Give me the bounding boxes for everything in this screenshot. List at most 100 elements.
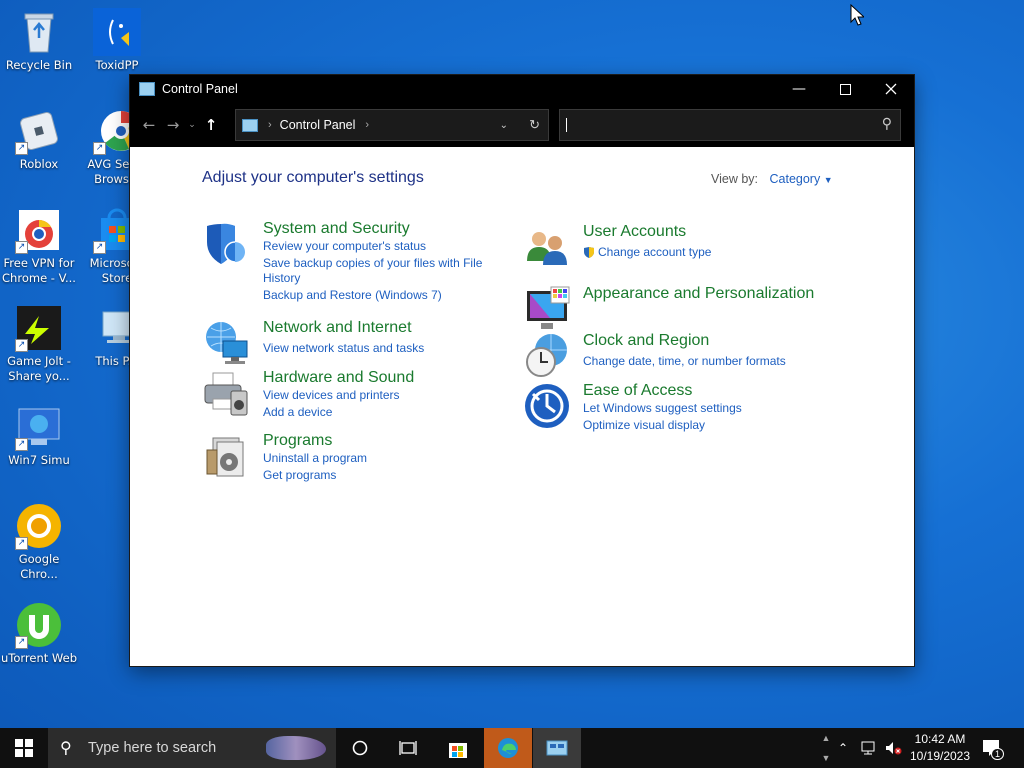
shortcut-arrow-icon: ↗: [15, 438, 28, 451]
windows-logo-icon: [15, 739, 33, 757]
desktop-icon-recycle-bin[interactable]: Recycle Bin: [0, 8, 78, 73]
monitor-icon[interactable]: [523, 285, 571, 333]
back-button[interactable]: ←: [137, 111, 161, 139]
shortcut-arrow-icon: ↗: [93, 241, 106, 254]
category-title[interactable]: Appearance and Personalization: [583, 285, 814, 303]
search-icon[interactable]: ⚲: [882, 116, 892, 132]
link-uninstall-program[interactable]: Uninstall a program: [263, 451, 367, 466]
view-by-control: View by: Category ▼: [711, 172, 833, 186]
maximize-button[interactable]: [822, 75, 868, 103]
close-button[interactable]: [868, 75, 914, 103]
desktop-icon-utorrent[interactable]: ↗ uTorrent Web: [0, 601, 78, 666]
page-heading: Adjust your computer's settings: [202, 169, 424, 186]
desktop-icon-game-jolt[interactable]: ↗ Game Jolt - Share yo...: [0, 304, 78, 384]
start-button[interactable]: [0, 728, 48, 768]
link-windows-suggest-settings[interactable]: Let Windows suggest settings: [583, 401, 742, 416]
link-date-time-formats[interactable]: Change date, time, or number formats: [583, 354, 786, 369]
category-title[interactable]: System and Security: [263, 220, 410, 238]
breadcrumb-separator-icon[interactable]: ›: [268, 119, 272, 131]
recycle-bin-icon: [15, 8, 63, 56]
desktop-icon-label: Free VPN for Chrome - V...: [2, 256, 76, 285]
control-panel-icon: [546, 740, 568, 756]
link-review-status[interactable]: Review your computer's status: [263, 239, 426, 254]
mouse-cursor-icon: [850, 3, 866, 29]
dropdown-arrow-icon: ▼: [823, 175, 833, 185]
cortana-button[interactable]: [336, 728, 384, 768]
link-backup-restore[interactable]: Backup and Restore (Windows 7): [263, 288, 442, 303]
desktop-icon-label: Google Chro...: [18, 552, 60, 581]
taskbar-scroll-control[interactable]: ▲ ▼: [820, 728, 832, 768]
ease-of-access-icon[interactable]: [523, 382, 571, 430]
clock-time: 10:42 AM: [914, 732, 966, 746]
link-optimize-visual-display[interactable]: Optimize visual display: [583, 418, 705, 433]
win7-simulator-icon: ↗: [15, 403, 63, 451]
up-button[interactable]: ↑: [199, 111, 223, 139]
shortcut-arrow-icon: ↗: [15, 142, 28, 155]
action-center-button[interactable]: 1: [980, 736, 1004, 760]
task-view-button[interactable]: [384, 728, 432, 768]
printer-icon[interactable]: [203, 369, 251, 417]
desktop-icon-win7-simu[interactable]: ↗ Win7 Simu: [0, 403, 78, 468]
title-bar[interactable]: Control Panel —: [130, 75, 914, 103]
shortcut-arrow-icon: ↗: [15, 339, 28, 352]
link-add-device[interactable]: Add a device: [263, 405, 332, 420]
taskbar-store-button[interactable]: [434, 728, 482, 768]
taskbar-edge-button[interactable]: [484, 728, 532, 768]
desktop-icon-label: Game Jolt - Share yo...: [7, 354, 71, 383]
recent-locations-dropdown[interactable]: ⌄: [185, 111, 199, 139]
taskbar-control-panel-button[interactable]: [533, 728, 581, 768]
breadcrumb-separator-icon[interactable]: ›: [365, 119, 369, 131]
category-title[interactable]: Clock and Region: [583, 332, 709, 350]
shortcut-arrow-icon: ↗: [15, 636, 28, 649]
view-by-dropdown[interactable]: Category ▼: [770, 172, 833, 186]
window-title: Control Panel: [162, 82, 238, 96]
network-icon[interactable]: [203, 319, 251, 367]
control-panel-content: Adjust your computer's settings View by:…: [130, 147, 914, 666]
category-title[interactable]: Hardware and Sound: [263, 369, 414, 387]
notification-count: 1: [990, 748, 1004, 760]
users-icon[interactable]: [523, 223, 571, 271]
link-get-programs[interactable]: Get programs: [263, 468, 336, 483]
minimize-button[interactable]: —: [776, 75, 822, 103]
taskbar-search-box[interactable]: ⚲ Type here to search: [48, 728, 336, 768]
chrome-canary-icon: ↗: [15, 502, 63, 550]
link-devices-printers[interactable]: View devices and printers: [263, 388, 400, 403]
search-input[interactable]: ⚲: [559, 109, 901, 141]
control-panel-icon: [139, 82, 155, 96]
text-caret: [566, 118, 567, 132]
toxidpp-icon: [93, 8, 141, 56]
link-network-status[interactable]: View network status and tasks: [263, 341, 424, 356]
clock-date: 10/19/2023: [909, 749, 971, 763]
network-tray-icon[interactable]: [860, 728, 878, 768]
volume-muted-icon[interactable]: [884, 728, 902, 768]
view-by-label: View by:: [711, 172, 759, 186]
breadcrumb-control-panel[interactable]: Control Panel: [280, 118, 356, 132]
forward-button[interactable]: →: [161, 111, 185, 139]
show-hidden-icons-button[interactable]: ⌃: [838, 728, 848, 768]
link-file-history[interactable]: Save backup copies of your files with Fi…: [263, 256, 482, 271]
programs-icon[interactable]: [203, 432, 251, 480]
desktop-icon-label: uTorrent Web: [1, 651, 77, 665]
category-title[interactable]: Network and Internet: [263, 319, 412, 337]
game-jolt-icon: ↗: [15, 304, 63, 352]
taskbar-clock[interactable]: 10:42 AM 10/19/2023: [905, 731, 975, 765]
desktop-icon-roblox[interactable]: ↗ Roblox: [0, 107, 78, 172]
store-icon: [449, 743, 467, 758]
category-title[interactable]: User Accounts: [583, 223, 686, 241]
refresh-icon[interactable]: ↻: [529, 117, 540, 133]
link-file-history-cont[interactable]: History: [263, 271, 300, 286]
category-title[interactable]: Programs: [263, 432, 332, 450]
link-change-account-type[interactable]: Change account type: [583, 245, 711, 260]
free-vpn-icon: ↗: [15, 206, 63, 254]
desktop-icon-free-vpn[interactable]: ↗ Free VPN for Chrome - V...: [0, 206, 78, 286]
clock-icon[interactable]: [523, 332, 571, 380]
roblox-icon: ↗: [15, 107, 63, 155]
shortcut-arrow-icon: ↗: [15, 537, 28, 550]
desktop-icon-google-chrome[interactable]: ↗ Google Chro...: [0, 502, 78, 582]
address-dropdown-icon[interactable]: ⌄: [500, 120, 508, 131]
shield-icon[interactable]: [203, 220, 251, 268]
category-title[interactable]: Ease of Access: [583, 382, 692, 400]
desktop-icon-toxidpp[interactable]: ToxidPP: [78, 8, 156, 73]
taskbar: ⚲ Type here to search ▲ ▼ ⌃ 10:42 AM 10/1…: [0, 728, 1024, 768]
address-bar[interactable]: › Control Panel › ⌄ ↻: [235, 109, 549, 141]
